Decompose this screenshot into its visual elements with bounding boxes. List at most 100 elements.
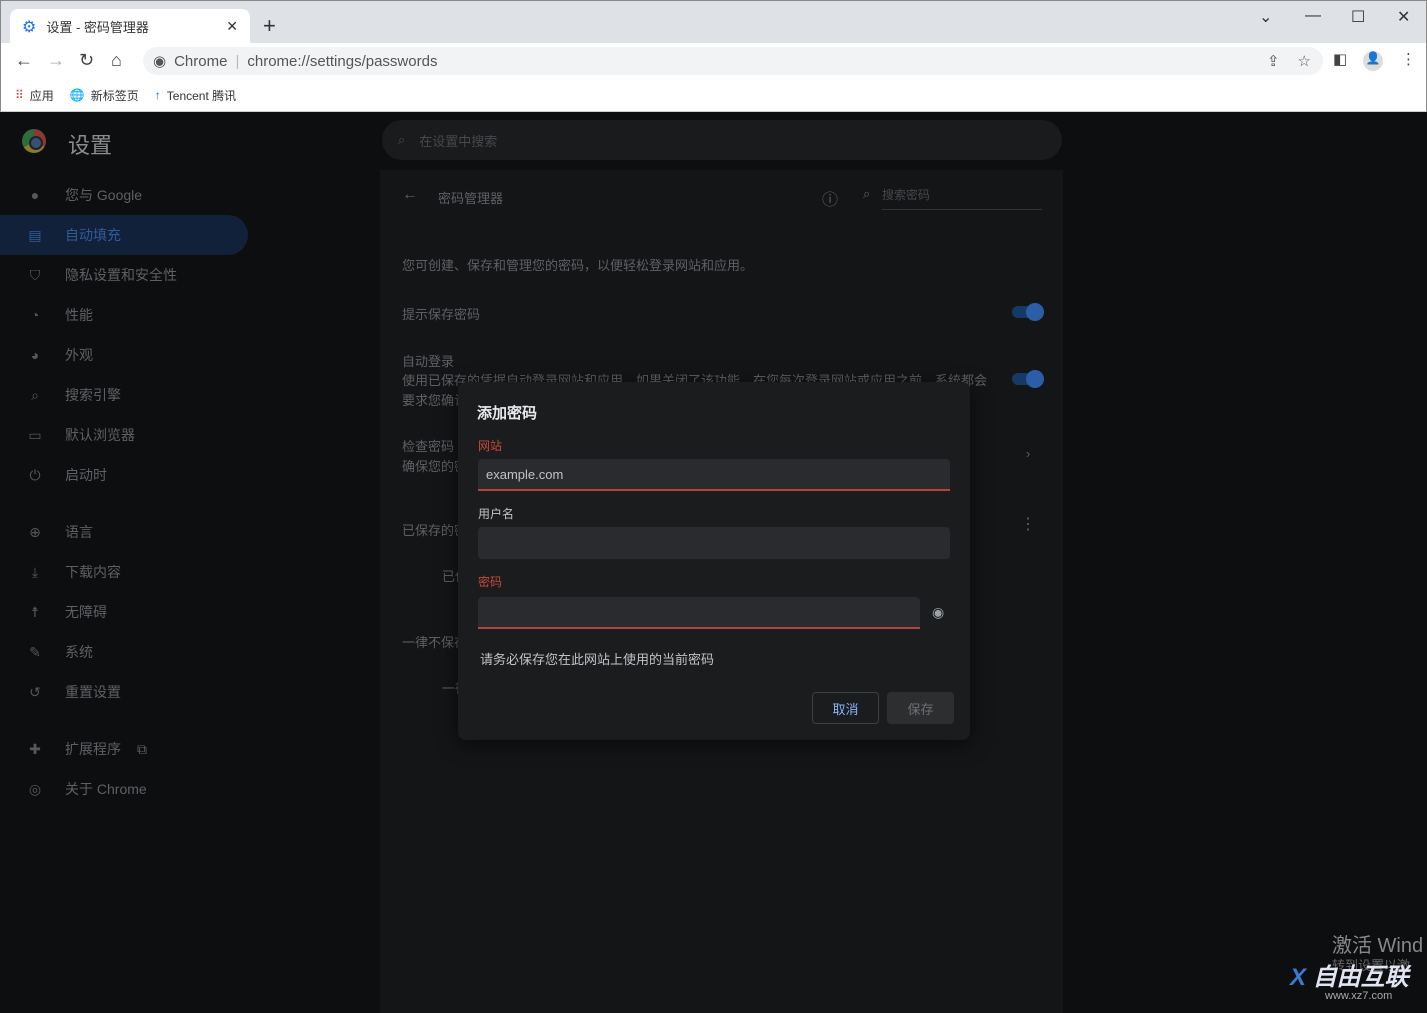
username-input[interactable]: [478, 527, 950, 559]
chevron-right-icon[interactable]: ›: [1026, 446, 1030, 461]
tab-title: 设置 - 密码管理器: [46, 20, 149, 35]
sidebar-item-label: 隐私设置和安全性: [65, 267, 177, 283]
sidebar-item-label: 您与 Google: [65, 187, 143, 203]
bookmark-new-tab[interactable]: 🌐 新标签页: [70, 87, 139, 104]
history-icon: ↺: [29, 683, 41, 700]
sidebar-item-label: 自动填充: [65, 227, 121, 243]
apps-grid-icon: ⠿: [15, 88, 24, 102]
clipboard-icon: ▤: [28, 226, 42, 243]
sidebar-item-label: 默认浏览器: [65, 427, 135, 443]
power-icon: ⏻: [29, 466, 41, 483]
share-icon[interactable]: ⇪: [1267, 52, 1280, 70]
password-label: 密码: [478, 575, 503, 589]
save-button[interactable]: 保存: [887, 692, 954, 724]
tab-strip: ⚙ 设置 - 密码管理器 ✕ + ⌄ — ☐ ✕: [0, 0, 1427, 44]
search-icon: ⌕: [31, 386, 39, 403]
tab-settings[interactable]: ⚙ 设置 - 密码管理器 ✕: [10, 9, 250, 44]
auto-signin-toggle[interactable]: [1012, 370, 1044, 388]
sidebar-item-label: 无障碍: [65, 604, 107, 620]
sidebar-item-label: 启动时: [65, 467, 107, 483]
sidebar-item[interactable]: ✚ 扩展程序 ⧉: [0, 729, 248, 769]
sidebar: 设置 ● 您与 Google ▤ 自动填充 ⛉ 隐私设置和安全性 ◔ 性能 ◕ 外观 ⌕ 搜索引擎 ▭ 默…: [0, 112, 380, 1013]
url-text: chrome://settings/passwords: [247, 52, 438, 70]
offer-save-label: 提示保存密码: [402, 307, 481, 322]
password-search-input[interactable]: 搜索密码: [882, 186, 1042, 210]
sidebar-item[interactable]: ⤓ 下载内容: [0, 552, 248, 592]
description: 您可创建、保存和管理您的密码，以便轻松登录网站和应用。: [402, 258, 754, 273]
browser-icon: ▭: [28, 426, 42, 443]
sidebar-item-label: 外观: [65, 347, 93, 363]
puzzle-icon: ✚: [29, 740, 41, 757]
reload-icon[interactable]: ↻: [79, 50, 94, 71]
shield-icon: ⛉: [29, 266, 41, 283]
sidebar-item-label: 下载内容: [65, 564, 121, 580]
sidebar-item-label: 性能: [65, 307, 93, 323]
close-tab-icon[interactable]: ✕: [226, 18, 238, 35]
more-icon[interactable]: ⋮: [1020, 514, 1036, 534]
menu-icon[interactable]: ⋮: [1401, 50, 1416, 68]
sidebar-item[interactable]: ↺ 重置设置: [0, 672, 248, 712]
settings-search[interactable]: ⌕ 在设置中搜索: [382, 120, 1062, 160]
speedometer-icon: ◔: [30, 307, 40, 323]
close-window-button[interactable]: ✕: [1397, 7, 1410, 27]
activation-watermark: 激活 Wind: [1332, 935, 1424, 957]
back-icon[interactable]: ←: [15, 50, 33, 71]
gear-icon: ⚙: [22, 18, 37, 36]
toolbar: ← → ↻ ⌂ ◉ Chrome | chrome://settings/pas…: [0, 43, 1427, 79]
sidebar-item-label: 搜索引擎: [65, 387, 121, 403]
hint-text: 请务必保存您在此网站上使用的当前密码: [480, 652, 715, 667]
site-label: 网站: [478, 439, 503, 453]
star-icon[interactable]: ☆: [1298, 52, 1311, 70]
sidebar-item[interactable]: ⌕ 搜索引擎: [0, 375, 248, 415]
forward-icon[interactable]: →: [47, 50, 65, 71]
omnibox-chip: Chrome: [174, 52, 228, 70]
chrome-logo-icon: [22, 129, 46, 153]
help-icon[interactable]: ⓘ: [822, 186, 838, 210]
site-watermark-logo: X 自由互联: [1290, 964, 1409, 991]
sidebar-item[interactable]: ◔ 性能: [0, 295, 248, 335]
sidebar-item[interactable]: ☨ 无障碍: [0, 592, 248, 632]
bookmark-apps[interactable]: ⠿ 应用: [15, 87, 54, 104]
maximize-button[interactable]: ☐: [1351, 7, 1365, 27]
add-password-dialog: 添加密码 网站 用户名 密码 ◉ 请务必保存您在此网站上使用的当前密码 取消 保…: [458, 382, 970, 740]
search-icon: ⌕: [863, 186, 871, 201]
sidebar-item[interactable]: ▤ 自动填充: [0, 215, 248, 255]
site-input[interactable]: [478, 459, 950, 491]
offer-save-toggle[interactable]: [1012, 303, 1044, 321]
sidebar-item[interactable]: ⏻ 启动时: [0, 455, 248, 495]
sidebar-item[interactable]: ✎ 系统: [0, 632, 248, 672]
sidebar-item[interactable]: ⛉ 隐私设置和安全性: [0, 255, 248, 295]
avatar[interactable]: 👤: [1363, 51, 1383, 71]
chrome-icon: ◎: [28, 780, 42, 797]
sidebar-item[interactable]: ● 您与 Google: [0, 175, 248, 215]
new-tab-button[interactable]: +: [263, 13, 276, 39]
accessibility-icon: ☨: [31, 603, 39, 620]
sidebar-item-label: 关于 Chrome: [65, 781, 147, 797]
sidebar-item[interactable]: ◕ 外观: [0, 335, 248, 375]
sidebar-item-label: 重置设置: [65, 684, 121, 700]
home-icon[interactable]: ⌂: [111, 50, 122, 71]
sidebar-item[interactable]: ⊕ 语言: [0, 512, 248, 552]
cancel-button[interactable]: 取消: [812, 692, 879, 724]
site-watermark-url: www.xz7.com: [1325, 990, 1393, 1002]
side-panel-icon[interactable]: ◧: [1333, 50, 1347, 68]
back-arrow-icon[interactable]: ←: [402, 186, 418, 204]
tencent-logo-icon: ↑: [154, 88, 161, 102]
download-icon: ⤓: [31, 563, 39, 580]
section-title: 密码管理器: [438, 191, 504, 206]
globe-icon: ⊕: [29, 523, 41, 540]
chrome-icon: ◉: [153, 53, 167, 70]
sidebar-item[interactable]: ◎ 关于 Chrome: [0, 769, 248, 809]
check-passwords-label[interactable]: 检查密码: [402, 436, 454, 455]
bookmark-tencent[interactable]: ↑ Tencent 腾讯: [155, 87, 236, 104]
address-bar[interactable]: ◉ Chrome | chrome://settings/passwords ⇪…: [143, 47, 1323, 75]
palette-icon: ◕: [30, 347, 40, 363]
person-icon: ●: [30, 187, 40, 203]
password-input[interactable]: [478, 597, 920, 629]
sidebar-item-label: 扩展程序: [65, 741, 121, 757]
minimize-button[interactable]: —: [1305, 7, 1321, 25]
sidebar-item[interactable]: ▭ 默认浏览器: [0, 415, 248, 455]
tab-search-icon[interactable]: ⌄: [1259, 7, 1272, 27]
eye-icon[interactable]: ◉: [932, 604, 944, 621]
username-label: 用户名: [478, 507, 515, 521]
